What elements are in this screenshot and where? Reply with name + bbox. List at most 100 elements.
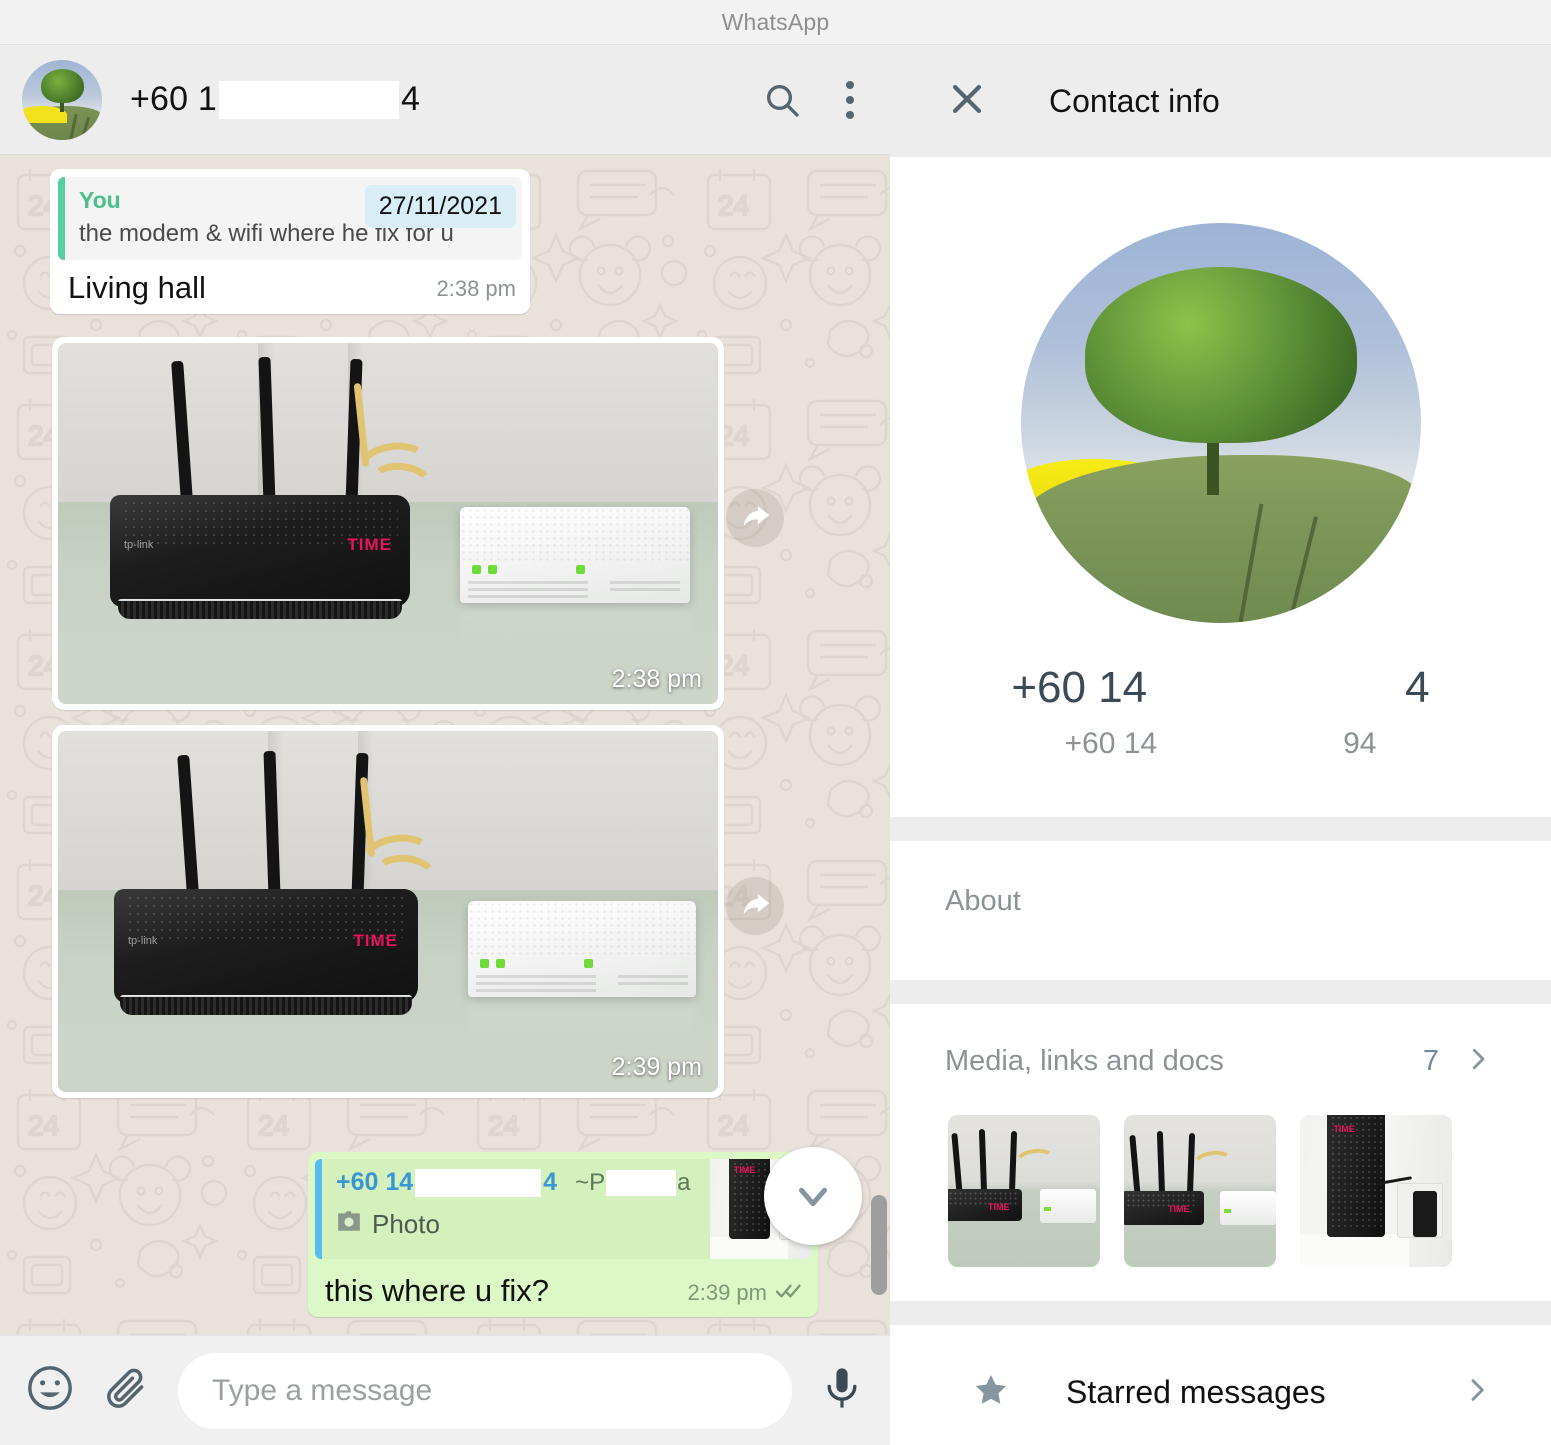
- contact-info-header: Contact info: [890, 45, 1551, 157]
- message-body: Living hall 2:38 pm: [58, 260, 522, 308]
- avatar-tree-crown: [41, 69, 85, 103]
- tp-link-router-body: TIME tp-link: [114, 889, 418, 1003]
- modem-slat: [468, 581, 588, 584]
- thumb-modem: [1040, 1189, 1096, 1223]
- message-time: 2:38 pm: [436, 276, 517, 301]
- photo-thumbnail[interactable]: TIME tp-link: [58, 731, 718, 1092]
- quote-pushname-suffix: a: [677, 1168, 691, 1196]
- message-text: Living hall: [68, 270, 206, 305]
- modem-led: [584, 959, 593, 968]
- redaction-block: [219, 80, 400, 119]
- quote-author: +60 14 4 ~P a: [336, 1168, 710, 1197]
- message-incoming-living-hall[interactable]: You the modem & wifi where he fix for u …: [50, 169, 530, 314]
- contact-profile-card: +60 14 4 +60 14 94: [890, 157, 1551, 817]
- chat-contact-name[interactable]: +60 1 4: [130, 80, 420, 119]
- profile-number: +60 14 94: [890, 727, 1551, 761]
- messages-container: You the modem & wifi where he fix for u …: [0, 155, 890, 1335]
- tp-link-router-body: TIME tp-link: [110, 495, 410, 607]
- media-thumbnail[interactable]: TIME: [948, 1115, 1100, 1267]
- time-logo: TIME: [347, 535, 392, 554]
- modem-slat: [468, 588, 588, 591]
- chat-header: +60 1 4: [0, 45, 890, 155]
- media-header-row[interactable]: Media, links and docs 7: [890, 1044, 1551, 1079]
- quote-attachment-type: Photo: [336, 1209, 710, 1240]
- message-input-placeholder: Type a message: [212, 1373, 433, 1407]
- router-photo-scene: TIME tp-link: [58, 343, 718, 704]
- router-vent: [120, 997, 412, 1015]
- media-thumbnails: TIME TIME TIME: [890, 1079, 1551, 1267]
- forward-arrow-icon[interactable]: [726, 489, 784, 547]
- quote-meta: +60 14 4 ~P a Photo: [336, 1168, 710, 1250]
- media-thumbnail[interactable]: TIME: [1300, 1115, 1452, 1267]
- modem-slat: [618, 975, 688, 978]
- starred-messages-label: Starred messages: [1066, 1374, 1326, 1410]
- message-outgoing-this-where-u-fix[interactable]: +60 14 4 ~P a Photo TIME this where u fi…: [308, 1152, 818, 1317]
- chevron-right-icon[interactable]: [1461, 1374, 1493, 1411]
- microphone-icon[interactable]: [818, 1364, 866, 1417]
- profile-photo[interactable]: [1020, 223, 1421, 623]
- modem-dot-texture: [468, 901, 696, 957]
- thumb-modem-led: [1044, 1207, 1051, 1211]
- overflow-menu-icon[interactable]: [846, 80, 854, 119]
- window-titlebar: WhatsApp: [0, 0, 1551, 45]
- router-photo-scene: TIME tp-link: [58, 731, 718, 1092]
- modem-led: [496, 959, 505, 968]
- modem-slat: [476, 989, 596, 992]
- media-links-docs-section[interactable]: Media, links and docs 7 TIME TIME TIME: [890, 1004, 1551, 1301]
- header-actions: [762, 80, 868, 120]
- quote-author-suffix: 4: [543, 1168, 558, 1196]
- quote-type-label: Photo: [372, 1209, 440, 1239]
- modem-dot-texture: [460, 507, 690, 563]
- modem-slat: [618, 982, 688, 985]
- section-divider: [890, 1301, 1551, 1325]
- quote-pushname-prefix: ~P: [575, 1168, 606, 1196]
- redaction-block: [606, 1169, 677, 1196]
- modem-slat: [476, 982, 596, 985]
- photo-time: 2:38 pm: [611, 665, 702, 693]
- scroll-to-bottom-button[interactable]: [764, 1147, 862, 1245]
- close-x-icon[interactable]: [945, 77, 989, 126]
- modem-slat: [610, 581, 680, 584]
- starred-messages-row[interactable]: Starred messages: [890, 1325, 1551, 1445]
- redaction-block: [415, 1168, 542, 1197]
- star-icon: [972, 1371, 1010, 1414]
- quoted-message[interactable]: You the modem & wifi where he fix for u …: [58, 177, 522, 260]
- message-time: 2:39 pm: [687, 1280, 768, 1305]
- message-meta: 2:39 pm: [688, 1280, 804, 1309]
- message-photo-2[interactable]: TIME tp-link 2:39 pm: [52, 725, 784, 1098]
- thumb-ledge: [710, 1237, 788, 1259]
- time-logo: TIME: [988, 1202, 1010, 1212]
- modem-slat: [610, 588, 680, 591]
- chevron-right-icon[interactable]: [1463, 1044, 1493, 1079]
- chat-message-list[interactable]: 24: [0, 155, 890, 1335]
- emoji-smiley-icon[interactable]: [24, 1362, 76, 1419]
- contact-info-title: Contact info: [1049, 82, 1220, 119]
- photo-thumbnail[interactable]: TIME tp-link: [58, 343, 718, 704]
- message-photo-1[interactable]: TIME tp-link 2:38 pm: [52, 337, 784, 710]
- modem-reflection: [460, 603, 690, 655]
- message-input[interactable]: Type a message: [178, 1352, 792, 1429]
- tp-link-logo: tp-link: [124, 539, 154, 551]
- chat-scrollbar-thumb[interactable]: [871, 1195, 887, 1295]
- modem-slat: [476, 975, 596, 978]
- photo-icon: [336, 1209, 362, 1240]
- media-label: Media, links and docs: [945, 1045, 1224, 1077]
- double-check-icon: [775, 1280, 803, 1306]
- about-section[interactable]: About: [890, 841, 1551, 980]
- avatar[interactable]: [22, 59, 102, 140]
- profile-number-suffix: 94: [1343, 727, 1377, 760]
- redaction-block: [1160, 729, 1341, 759]
- contact-name-prefix: +60 1: [130, 80, 218, 118]
- quote-author-prefix: +60 14: [336, 1168, 414, 1196]
- media-thumbnail[interactable]: TIME: [1124, 1115, 1276, 1267]
- search-icon[interactable]: [762, 80, 802, 120]
- quoted-message[interactable]: +60 14 4 ~P a Photo TIME: [315, 1159, 811, 1259]
- window-title: WhatsApp: [721, 8, 830, 35]
- modem-led: [576, 565, 585, 574]
- time-logo: TIME: [1333, 1124, 1355, 1135]
- section-divider: [890, 817, 1551, 841]
- paperclip-icon[interactable]: [102, 1363, 152, 1418]
- compose-bar: Type a message: [0, 1335, 890, 1445]
- forward-arrow-icon[interactable]: [726, 877, 784, 935]
- thumb-ledge: [1300, 1233, 1410, 1267]
